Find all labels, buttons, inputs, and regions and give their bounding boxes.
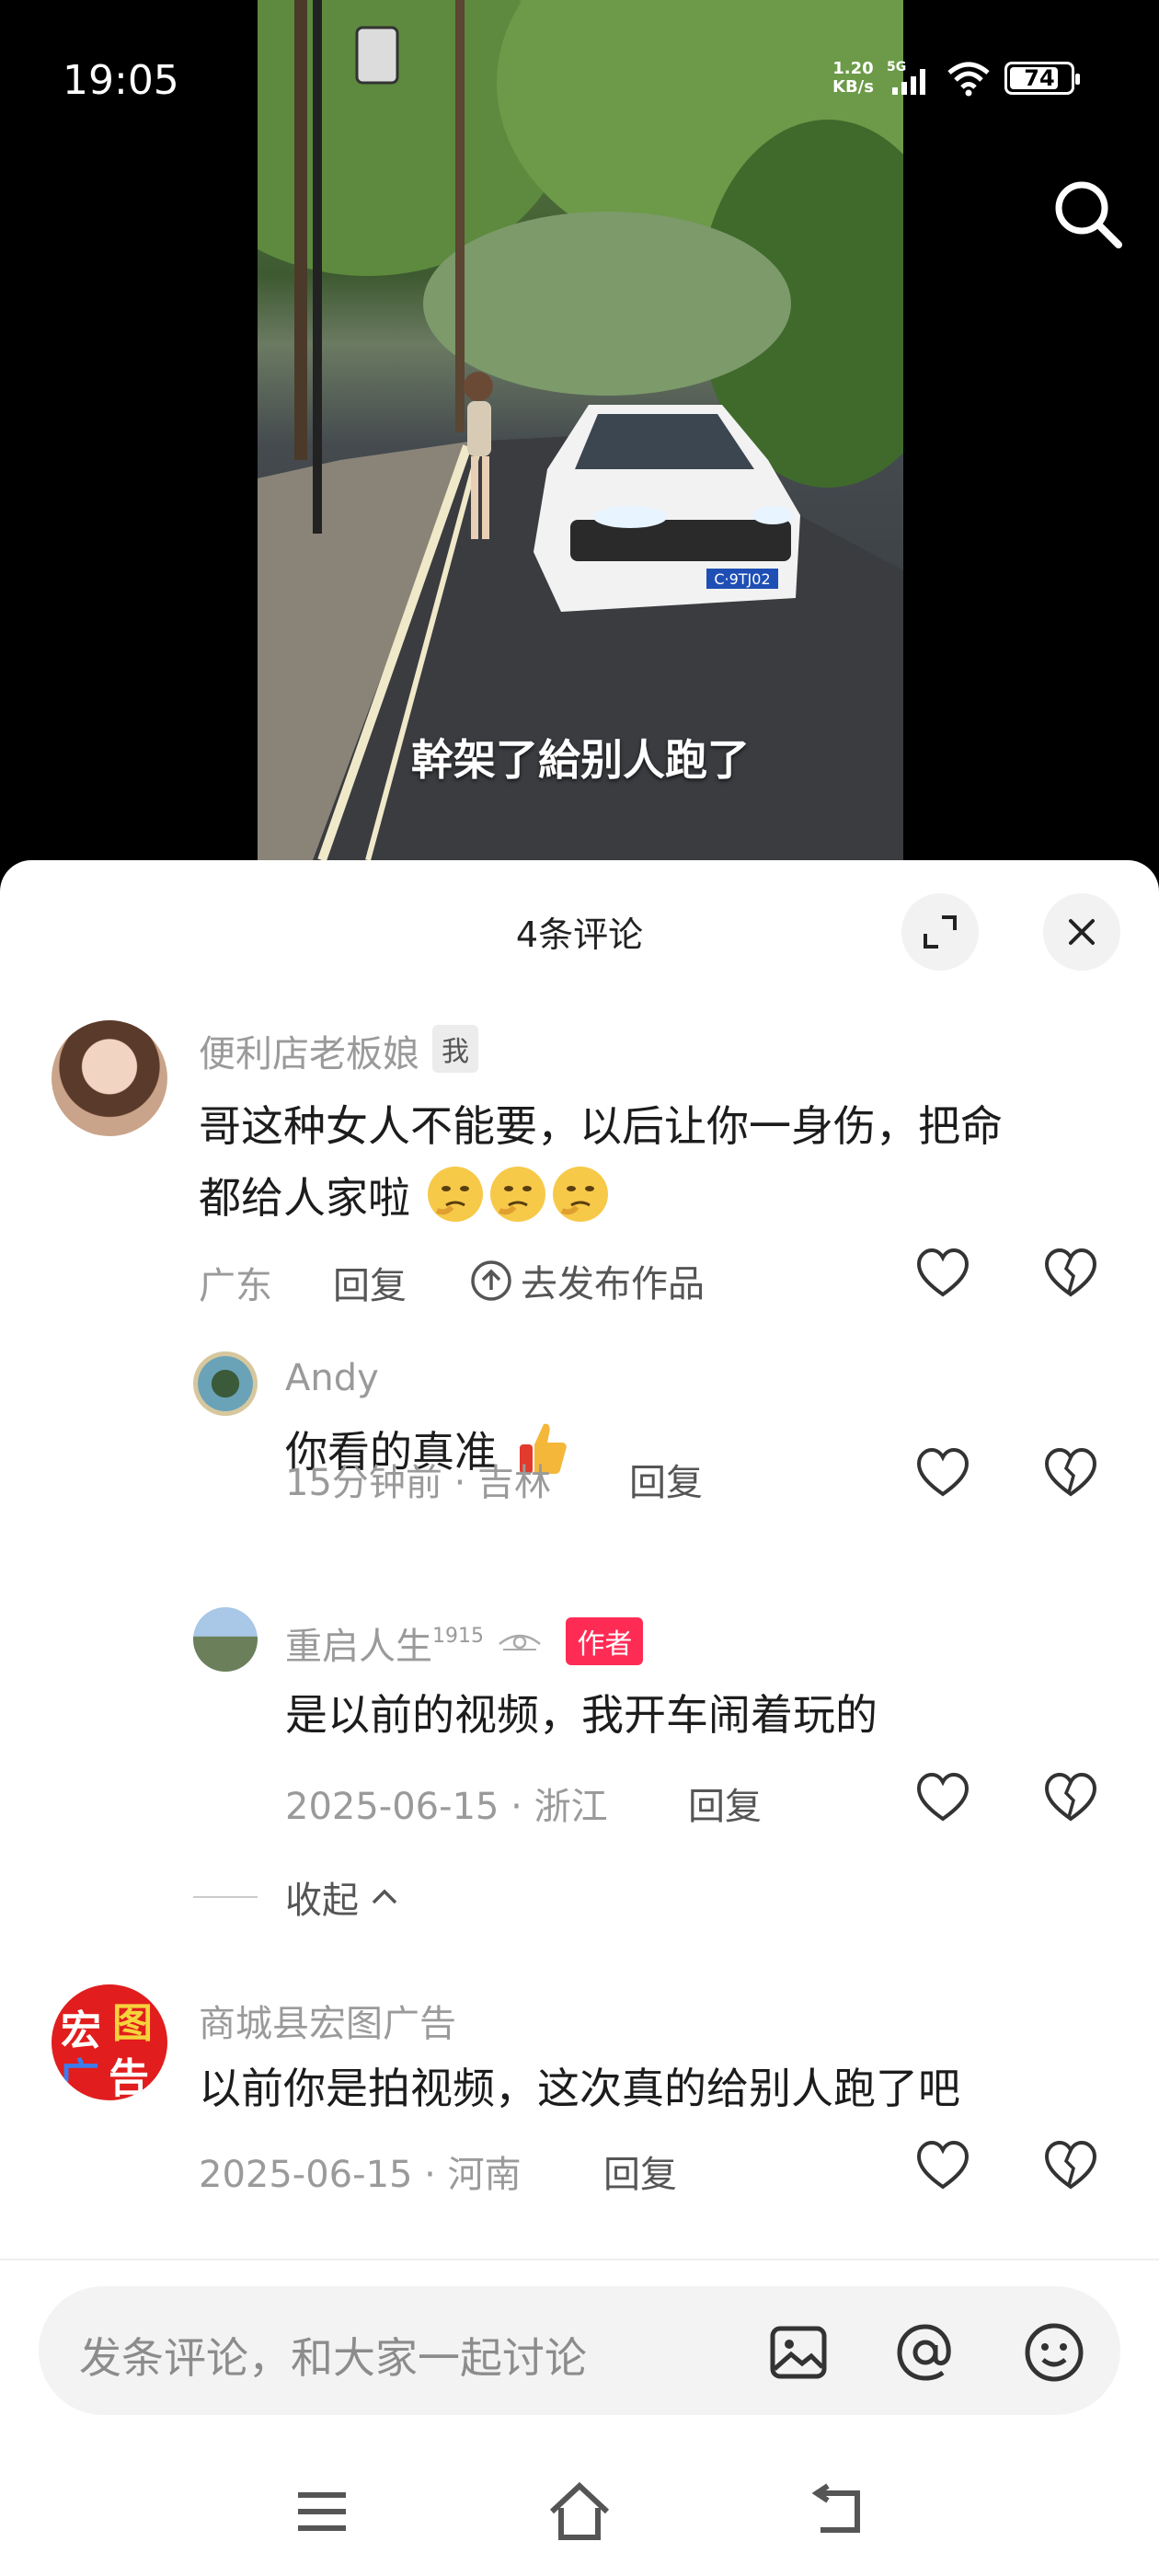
comment-text: 是以前的视频，我开车闹着玩的 [285, 1690, 878, 1740]
comment-input[interactable]: 发条评论，和大家一起讨论 [39, 2286, 1120, 2415]
net-speed-value: 1.20 [832, 59, 874, 78]
back-icon[interactable] [800, 2475, 874, 2548]
expand-button[interactable] [901, 893, 979, 971]
search-button[interactable] [1049, 175, 1126, 252]
avatar-char: 广 [59, 2055, 99, 2100]
comment-input-placeholder[interactable]: 发条评论，和大家一起讨论 [79, 2325, 587, 2386]
reply-button[interactable]: 回复 [603, 2145, 677, 2198]
comment-user-name[interactable]: Andy [285, 1357, 379, 1399]
comment-meta: 2025-06-15 · 河南 [199, 2154, 522, 2196]
expand-icon [924, 915, 957, 949]
comment-text: 哥这种女人不能要，以后让你一身伤，把命 都给人家啦 [199, 1090, 1119, 1234]
search-icon [1055, 181, 1122, 248]
license-plate: C·9TJ02 [714, 570, 770, 588]
system-nav-bar [0, 2447, 1159, 2576]
upload-icon [471, 1260, 511, 1301]
comment-text: 以前你是拍视频，这次真的给别人跑了吧 [199, 2064, 960, 2113]
image-icon[interactable] [765, 2319, 832, 2386]
battery-icon: 74 [1004, 62, 1080, 95]
collapse-divider [193, 1896, 258, 1898]
comment-user-name[interactable]: 便利店老板娘 [199, 1033, 419, 1075]
avatar-char: 告 [109, 2055, 149, 2100]
comment-text-line-2: 都给人家啦 [199, 1162, 1119, 1234]
net-speed: 1.20 KB/s [832, 60, 874, 97]
comment-user-name[interactable]: 重启人生 [285, 1626, 432, 1668]
me-badge: 我 [432, 1025, 478, 1073]
avatar-char: 图 [112, 2000, 153, 2047]
home-icon[interactable] [543, 2475, 616, 2548]
video-caption: 幹架了給别人跑了 [411, 735, 750, 785]
input-divider [0, 2259, 1159, 2260]
comment-user-name[interactable]: 商城县宏图广告 [199, 1994, 456, 2047]
publish-work-label: 去发布作品 [521, 1263, 705, 1305]
collapse-label: 收起 [285, 1880, 359, 1922]
comment-user[interactable]: 便利店老板娘我 [199, 1024, 478, 1077]
battery-level: 74 [1024, 65, 1055, 91]
comment-text-line: 哥这种女人不能要，以后让你一身伤，把命 [199, 1101, 1003, 1151]
user-name-suffix: 1915 [432, 1625, 484, 1648]
avatar[interactable]: 宏 图 广 告 [52, 1984, 167, 2100]
comment-text-span: 都给人家啦 [199, 1173, 410, 1223]
network-type: 5G [887, 60, 906, 75]
avatar[interactable] [193, 1607, 258, 1672]
thinking-emoji-icon [427, 1167, 483, 1222]
publish-work-button[interactable]: 去发布作品 [469, 1254, 705, 1307]
emoji-icon[interactable] [1021, 2319, 1087, 2386]
collapse-replies-button[interactable]: 收起 [285, 1870, 401, 1924]
broken-heart-icon[interactable] [1043, 2139, 1098, 2194]
broken-heart-icon[interactable] [1043, 1771, 1098, 1826]
reply-button[interactable]: 回复 [333, 1256, 407, 1309]
menu-icon[interactable] [285, 2475, 359, 2548]
thinking-emoji-icon [489, 1167, 545, 1222]
avatar[interactable] [52, 1020, 167, 1136]
at-icon[interactable] [892, 2319, 958, 2386]
heart-icon[interactable] [915, 1446, 970, 1501]
broken-heart-icon[interactable] [1043, 1247, 1098, 1302]
video-player[interactable]: C·9TJ02 幹架了給别人跑了 19:05 1.20 KB/s 5G 74 [0, 0, 1159, 883]
close-icon [1069, 919, 1095, 945]
eye-icon [498, 1634, 541, 1650]
net-speed-unit: KB/s [832, 77, 874, 97]
comment-meta: 15分钟前 · 吉林 [285, 1462, 552, 1504]
reply-button[interactable]: 回复 [688, 1777, 762, 1830]
heart-icon[interactable] [915, 1771, 970, 1826]
comments-title: 4条评论 [515, 914, 644, 955]
author-badge: 作者 [566, 1617, 644, 1665]
chevron-up-icon [372, 1889, 397, 1904]
comment-user[interactable]: 重启人生1915 作者 [285, 1616, 644, 1670]
status-indicators: 1.20 KB/s 5G 74 [832, 55, 1080, 101]
comment-meta: 2025-06-15 · 浙江 [285, 1786, 608, 1828]
broken-heart-icon[interactable] [1043, 1446, 1098, 1501]
wifi-icon [947, 62, 990, 97]
status-time: 19:05 [63, 57, 179, 104]
avatar[interactable] [193, 1351, 258, 1416]
signal-icon: 5G [887, 60, 925, 95]
close-button[interactable] [1043, 893, 1120, 971]
reply-button[interactable]: 回复 [629, 1453, 703, 1506]
thinking-emoji-icon [552, 1167, 608, 1222]
heart-icon[interactable] [915, 2139, 970, 2194]
video-frame[interactable]: C·9TJ02 幹架了給别人跑了 [258, 0, 903, 860]
heart-icon[interactable] [915, 1247, 970, 1302]
comment-location: 广东 [199, 1265, 272, 1307]
